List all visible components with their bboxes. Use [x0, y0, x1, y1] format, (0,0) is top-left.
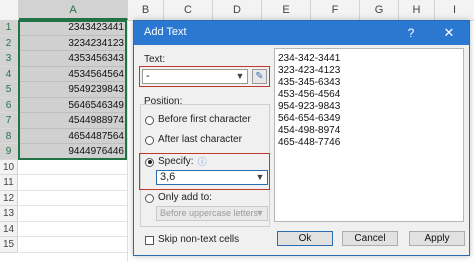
- row-header-6[interactable]: 6: [0, 97, 18, 113]
- specify-value: 3,6: [160, 171, 176, 183]
- preview-line: 323-423-4123: [278, 65, 341, 76]
- cell-a15[interactable]: [19, 237, 127, 253]
- row-header-10[interactable]: 10: [0, 159, 18, 175]
- row-header-11[interactable]: 11: [0, 175, 18, 191]
- only-add-to-label: Only add to:: [158, 192, 212, 203]
- cancel-button[interactable]: Cancel: [342, 231, 398, 246]
- preview-line: 435-345-6343: [278, 77, 341, 88]
- specify-label: Specify:: [158, 156, 194, 167]
- row-header-15[interactable]: 15: [0, 237, 18, 253]
- skip-non-text-checkbox[interactable]: [145, 235, 154, 245]
- preview-line: 954-923-9843: [278, 101, 341, 112]
- gridline: [127, 20, 128, 262]
- help-button[interactable]: ?: [401, 24, 421, 42]
- row-header-3[interactable]: 3: [0, 51, 18, 67]
- skip-non-text-option[interactable]: Skip non-text cells: [145, 233, 239, 247]
- row-header-2[interactable]: 2: [0, 35, 18, 51]
- cell-a12[interactable]: [19, 190, 127, 206]
- row-header-9[interactable]: 9: [0, 144, 18, 160]
- preview-line: 465-448-7746: [278, 137, 341, 148]
- specify-radio[interactable]: [145, 157, 154, 167]
- row-header-5[interactable]: 5: [0, 82, 18, 98]
- selection-border: [18, 20, 127, 160]
- column-header-i[interactable]: I: [435, 0, 474, 20]
- after-last-radio[interactable]: [145, 135, 154, 145]
- row-header-4[interactable]: 4: [0, 66, 18, 82]
- only-add-to-radio[interactable]: [145, 193, 154, 203]
- skip-non-text-label: Skip non-text cells: [158, 234, 240, 245]
- chevron-down-icon[interactable]: ▼: [235, 70, 245, 83]
- specify-option[interactable]: Specify: ⓘ: [145, 155, 207, 169]
- apply-button[interactable]: Apply: [409, 231, 465, 246]
- specify-combobox[interactable]: 3,6 ▼: [156, 170, 268, 185]
- ok-button[interactable]: Ok: [277, 231, 333, 246]
- before-first-radio[interactable]: [145, 115, 154, 125]
- cell-a10[interactable]: [19, 159, 127, 175]
- row-header-14[interactable]: 14: [0, 221, 18, 237]
- column-header-e[interactable]: E: [262, 0, 311, 20]
- before-first-label: Before first character: [158, 114, 251, 125]
- only-add-to-combobox: Before uppercase letters ▼: [156, 206, 268, 221]
- close-button[interactable]: ✕: [439, 24, 459, 42]
- column-header-h[interactable]: H: [399, 0, 435, 20]
- only-add-to-option[interactable]: Only add to:: [145, 191, 212, 205]
- text-value: -: [146, 70, 150, 82]
- row-header-13[interactable]: 13: [0, 206, 18, 222]
- select-all-corner[interactable]: [0, 0, 19, 20]
- column-header-f[interactable]: F: [311, 0, 360, 20]
- dialog-title: Add Text: [144, 26, 187, 38]
- preview-line: 453-456-4564: [278, 89, 341, 100]
- chevron-down-icon: ▼: [255, 208, 265, 218]
- dialog-titlebar[interactable]: Add Text ? ✕: [134, 21, 469, 45]
- chevron-down-icon[interactable]: ▼: [255, 171, 265, 184]
- cell-a11[interactable]: [19, 175, 127, 191]
- after-last-option[interactable]: After last character: [145, 133, 242, 147]
- eyedropper-icon[interactable]: ✎: [252, 69, 267, 84]
- text-combobox[interactable]: - ▼: [142, 69, 248, 84]
- column-header-b[interactable]: B: [128, 0, 164, 20]
- preview-line: 564-654-6349: [278, 113, 341, 124]
- preview-line: 234-342-3441: [278, 53, 341, 64]
- preview-panel: 234-342-3441 323-423-4123 435-345-6343 4…: [274, 48, 464, 222]
- row-header-8[interactable]: 8: [0, 128, 18, 144]
- row-header-7[interactable]: 7: [0, 113, 18, 129]
- column-header-g[interactable]: G: [360, 0, 399, 20]
- only-add-to-value: Before uppercase letters: [160, 208, 259, 218]
- text-label: Text:: [144, 54, 166, 65]
- column-header-d[interactable]: D: [213, 0, 262, 20]
- row-header-1[interactable]: 1: [0, 20, 18, 36]
- add-text-dialog: Add Text ? ✕ Text: - ▼ ✎ Position: Befor…: [133, 20, 470, 256]
- cell-a13[interactable]: [19, 206, 127, 222]
- cell-a14[interactable]: [19, 221, 127, 237]
- before-first-option[interactable]: Before first character: [145, 113, 251, 127]
- preview-line: 454-498-8974: [278, 125, 341, 136]
- after-last-label: After last character: [158, 134, 242, 145]
- info-icon: ⓘ: [197, 157, 207, 167]
- row-header-12[interactable]: 12: [0, 190, 18, 206]
- column-header-a[interactable]: A: [19, 0, 128, 20]
- column-header-c[interactable]: C: [164, 0, 213, 20]
